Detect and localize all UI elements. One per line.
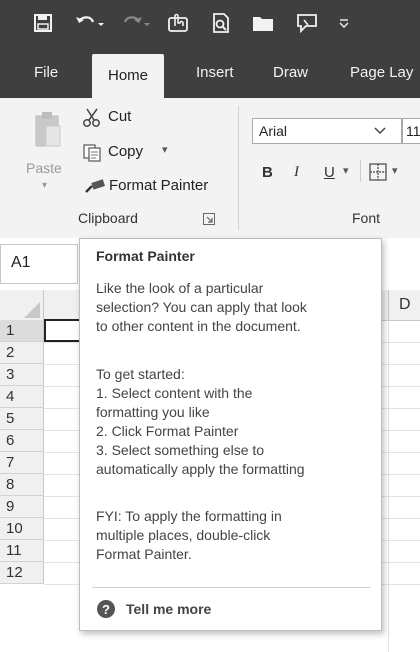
- tooltip-line: To get started:: [96, 366, 185, 382]
- copy-dropdown-icon[interactable]: ▾: [162, 143, 168, 156]
- row-header-3[interactable]: 3: [0, 364, 44, 386]
- tab-home[interactable]: Home: [92, 54, 165, 98]
- tooltip-line: selection? You can apply that look: [96, 299, 307, 315]
- tooltip-line: formatting you like: [96, 404, 210, 420]
- copy-icon: [82, 143, 104, 168]
- bold-button[interactable]: B: [262, 164, 273, 181]
- comment-icon[interactable]: [292, 9, 322, 37]
- grid-line-vertical: [388, 320, 389, 652]
- row-header-11[interactable]: 11: [0, 540, 44, 562]
- column-header-d[interactable]: D: [399, 296, 411, 314]
- tooltip-title: Format Painter: [96, 248, 195, 264]
- row-header-5[interactable]: 5: [0, 408, 44, 430]
- italic-button[interactable]: I: [294, 164, 299, 181]
- underline-dropdown-icon[interactable]: ▾: [343, 164, 349, 177]
- save-icon[interactable]: [30, 9, 56, 37]
- row-header-6[interactable]: 6: [0, 430, 44, 452]
- tooltip-line: 1. Select content with the: [96, 385, 253, 401]
- format-painter-button[interactable]: Format Painter: [82, 174, 228, 198]
- tooltip-line: Like the look of a particular: [96, 280, 264, 296]
- scissors-icon: [82, 108, 104, 133]
- font-size-dropdown[interactable]: 11: [402, 118, 420, 144]
- help-icon[interactable]: ?: [96, 599, 116, 624]
- paste-icon: [34, 110, 62, 155]
- borders-dropdown-icon[interactable]: ▾: [392, 164, 398, 177]
- tab-insert[interactable]: Insert: [196, 64, 234, 81]
- ribbon-tabs: File Home Insert Draw Page Lay: [0, 46, 420, 98]
- dialog-launcher-icon[interactable]: [203, 212, 215, 230]
- name-box[interactable]: A1: [0, 244, 78, 284]
- tab-draw[interactable]: Draw: [273, 64, 308, 81]
- column-divider: [388, 290, 389, 320]
- font-name-dropdown[interactable]: Arial: [252, 118, 402, 144]
- tooltip-line: to other content in the document.: [96, 318, 301, 334]
- paintbrush-icon: [84, 178, 106, 201]
- font-group-label: Font: [352, 210, 381, 226]
- tooltip-line: multiple places, double-click: [96, 527, 271, 543]
- row-header-4[interactable]: 4: [0, 386, 44, 408]
- paste-label: Paste: [26, 160, 62, 176]
- row-header-9[interactable]: 9: [0, 496, 44, 518]
- row-header-12[interactable]: 12: [0, 562, 44, 584]
- customize-qat-icon[interactable]: [334, 9, 354, 37]
- row-header-8[interactable]: 8: [0, 474, 44, 496]
- group-divider: [238, 106, 239, 230]
- tab-file[interactable]: File: [34, 64, 58, 81]
- tooltip-line: Format Painter.: [96, 546, 192, 562]
- row-header-7[interactable]: 7: [0, 452, 44, 474]
- tooltip-line: 3. Select something else to: [96, 442, 265, 458]
- font-divider: [360, 160, 361, 182]
- row-header-2[interactable]: 2: [0, 342, 44, 364]
- row-header-10[interactable]: 10: [0, 518, 44, 540]
- row-header-1[interactable]: 1: [0, 320, 44, 342]
- quick-access-toolbar: [0, 0, 420, 46]
- underline-button[interactable]: U: [324, 164, 335, 181]
- paste-button[interactable]: Paste ▾: [22, 108, 70, 194]
- font-size-value: 11: [406, 123, 420, 139]
- tooltip-divider: [92, 587, 370, 588]
- clipboard-group-label: Clipboard: [78, 210, 138, 226]
- undo-icon[interactable]: [72, 9, 106, 37]
- print-preview-icon[interactable]: [206, 9, 236, 37]
- touch-mode-icon[interactable]: [163, 9, 193, 37]
- tooltip-line: FYI: To apply the formatting in: [96, 508, 282, 524]
- ribbon: Paste ▾ Cut Copy ▾ Format Painter Clipbo…: [0, 98, 420, 239]
- select-all-button[interactable]: [0, 290, 44, 320]
- format-painter-tooltip: Format Painter Like the look of a partic…: [79, 238, 382, 631]
- name-box-value: A1: [11, 254, 31, 271]
- borders-icon[interactable]: [368, 162, 388, 187]
- format-painter-label: Format Painter: [109, 177, 209, 194]
- tell-me-more-link[interactable]: Tell me more: [126, 601, 211, 617]
- svg-text:?: ?: [102, 602, 110, 617]
- cut-label: Cut: [108, 108, 132, 125]
- paste-dropdown-icon[interactable]: ▾: [42, 180, 47, 191]
- copy-label: Copy: [108, 143, 144, 160]
- chevron-down-icon[interactable]: [373, 123, 387, 140]
- open-folder-icon[interactable]: [248, 9, 278, 37]
- selected-cell-a1[interactable]: [44, 319, 84, 342]
- redo-icon[interactable]: [118, 9, 152, 37]
- font-name-value: Arial: [259, 123, 288, 139]
- tooltip-line: 2. Click Format Painter: [96, 423, 239, 439]
- tooltip-line: automatically apply the formatting: [96, 461, 305, 477]
- tab-page-layout[interactable]: Page Lay: [350, 64, 413, 81]
